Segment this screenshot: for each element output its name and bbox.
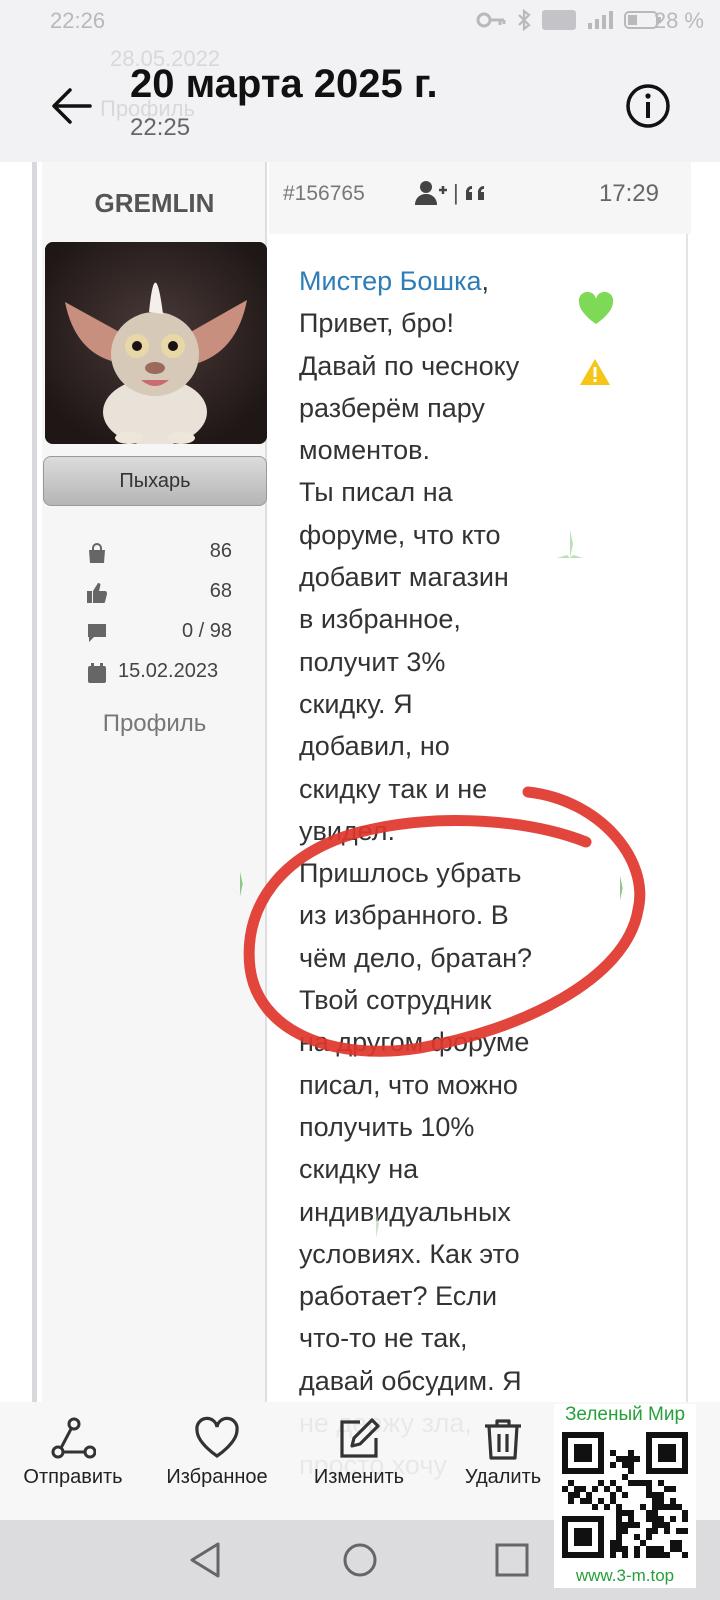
message-line: добавит магазин xyxy=(299,562,509,593)
comment-icon xyxy=(88,624,106,642)
message-line: скидку так и не xyxy=(299,773,488,804)
user-mention-link[interactable]: Мистер Бошка xyxy=(299,266,482,296)
status-icons xyxy=(476,9,662,31)
message-line: условиях. Как это xyxy=(299,1238,520,1269)
edit-icon xyxy=(340,1418,380,1458)
stat-joined: 15.02.2023 xyxy=(82,658,262,688)
delete-label: Удалить xyxy=(464,1466,542,1488)
signal-icon xyxy=(588,11,613,29)
favorites-label: Избранное xyxy=(166,1466,268,1488)
message-line: чём дело, братан? xyxy=(299,942,533,973)
stat-joined-value: 15.02.2023 xyxy=(118,660,219,682)
heart-outline-icon xyxy=(195,1416,239,1458)
post-id[interactable]: #156765 xyxy=(283,182,365,206)
app-header: 28.05.2022 Профиль 20 марта 2025 г. 22:2… xyxy=(0,44,720,162)
message-line: писал, что можно xyxy=(299,1069,518,1100)
message-line: Пришлось убрать xyxy=(299,858,522,889)
actions-divider: | xyxy=(453,180,459,205)
message-line: на другом форуме xyxy=(299,1027,530,1058)
message-line: форуме, что кто xyxy=(299,519,501,550)
nav-home-icon[interactable] xyxy=(340,1540,380,1580)
stat-likes-value: 68 xyxy=(209,580,232,602)
message-line: получит 3% xyxy=(299,646,446,677)
message-line: индивидуальных xyxy=(299,1196,511,1227)
key-icon xyxy=(476,12,506,28)
nav-back-icon[interactable] xyxy=(186,1540,226,1580)
post-message: Мистер Бошка, Привет, бро! Давай по чесно… xyxy=(299,260,559,1487)
avatar[interactable] xyxy=(45,242,267,444)
calendar-icon xyxy=(88,663,106,683)
watermark-title: Зеленый Мир xyxy=(564,1404,686,1425)
delete-button[interactable]: Удалить xyxy=(438,1416,568,1508)
post-time: 17:29 xyxy=(598,180,659,207)
message-line: моментов. xyxy=(299,435,430,466)
author-sidebar: GREMLIN Пыхарь 86 68 0 / 98 15.02.2023 П… xyxy=(42,162,267,1402)
gremlin-avatar-image xyxy=(45,242,267,444)
message-line: Привет, бро! xyxy=(299,308,455,339)
watermark-badge: Зеленый Мир www.3-m.top xyxy=(554,1404,696,1588)
status-time: 22:26 xyxy=(50,8,106,33)
stat-likes: 68 xyxy=(82,578,232,608)
shopping-bag-icon xyxy=(89,543,105,563)
rank-badge[interactable]: Пыхарь xyxy=(43,456,267,506)
message-line: что-то не так, xyxy=(299,1323,468,1354)
favorites-button[interactable]: Избранное xyxy=(152,1416,282,1508)
leaf-decoration-icon xyxy=(604,875,636,901)
message-body: Привет, бро! Давай по чесноку разберём пар… xyxy=(299,302,559,1486)
nav-recents-icon[interactable] xyxy=(492,1540,532,1580)
edit-label: Изменить xyxy=(313,1466,405,1488)
post-actions: | xyxy=(415,180,489,206)
message-line: Твой сотрудник xyxy=(299,985,492,1016)
message-line: увидел. xyxy=(299,815,396,846)
stat-purchases: 86 xyxy=(82,538,232,568)
battery-percent: 28 % xyxy=(653,8,704,33)
post-content: #156765 | 17:29 Мистер Бошка, Привет, бр… xyxy=(269,162,691,1480)
author-profile-link[interactable]: Профиль xyxy=(42,710,267,738)
info-icon[interactable] xyxy=(624,82,672,130)
trash-icon xyxy=(485,1419,521,1460)
back-arrow-icon[interactable] xyxy=(48,82,96,130)
status-bar: 22:26 28 % xyxy=(0,0,720,44)
bluetooth-icon xyxy=(518,9,531,31)
message-line: Мистер Бошка, xyxy=(299,266,490,296)
edit-button[interactable]: Изменить xyxy=(294,1416,424,1508)
add-user-icon[interactable] xyxy=(415,180,447,206)
leaf-decoration-icon xyxy=(224,871,256,897)
leaf-decoration-icon xyxy=(359,1210,393,1238)
stat-messages-value: 0 / 98 xyxy=(181,620,232,642)
warning-icon[interactable] xyxy=(579,358,611,386)
send-button[interactable]: Отправить xyxy=(8,1416,138,1508)
message-line: скидку на xyxy=(299,1154,419,1185)
page-subtitle: 22:25 xyxy=(130,114,191,141)
send-label: Отправить xyxy=(23,1466,123,1488)
message-line: Ты писал на xyxy=(299,477,453,508)
message-line: из избранного. В xyxy=(299,900,509,931)
message-line: в избранное, xyxy=(299,604,461,635)
message-line: работает? Если xyxy=(299,1281,498,1312)
message-line: добавил, но xyxy=(299,731,450,762)
qr-code-image xyxy=(562,1432,688,1558)
quote-icon[interactable] xyxy=(465,183,489,203)
share-icon xyxy=(51,1417,96,1459)
volte-icon xyxy=(542,10,576,30)
message-line: разберём пару xyxy=(299,392,485,423)
thumbs-up-icon xyxy=(87,583,107,603)
author-username[interactable]: GREMLIN xyxy=(42,188,267,219)
page-title: 20 марта 2025 г. xyxy=(130,62,438,106)
forum-post: GREMLIN Пыхарь 86 68 0 / 98 15.02.2023 П… xyxy=(32,162,691,1480)
message-line: Давай по чесноку xyxy=(299,350,520,381)
watermark-url: www.3-m.top xyxy=(575,1566,675,1585)
stat-purchases-value: 86 xyxy=(209,540,232,562)
heart-like-icon[interactable] xyxy=(577,292,615,326)
leaf-decoration-icon xyxy=(553,530,587,558)
stat-messages: 0 / 98 xyxy=(82,618,232,648)
message-line: скидку. Я xyxy=(299,688,413,719)
message-line: получить 10% xyxy=(299,1111,475,1142)
post-header: #156765 | 17:29 xyxy=(269,162,691,234)
message-line: давай обсудим. Я xyxy=(299,1365,522,1396)
